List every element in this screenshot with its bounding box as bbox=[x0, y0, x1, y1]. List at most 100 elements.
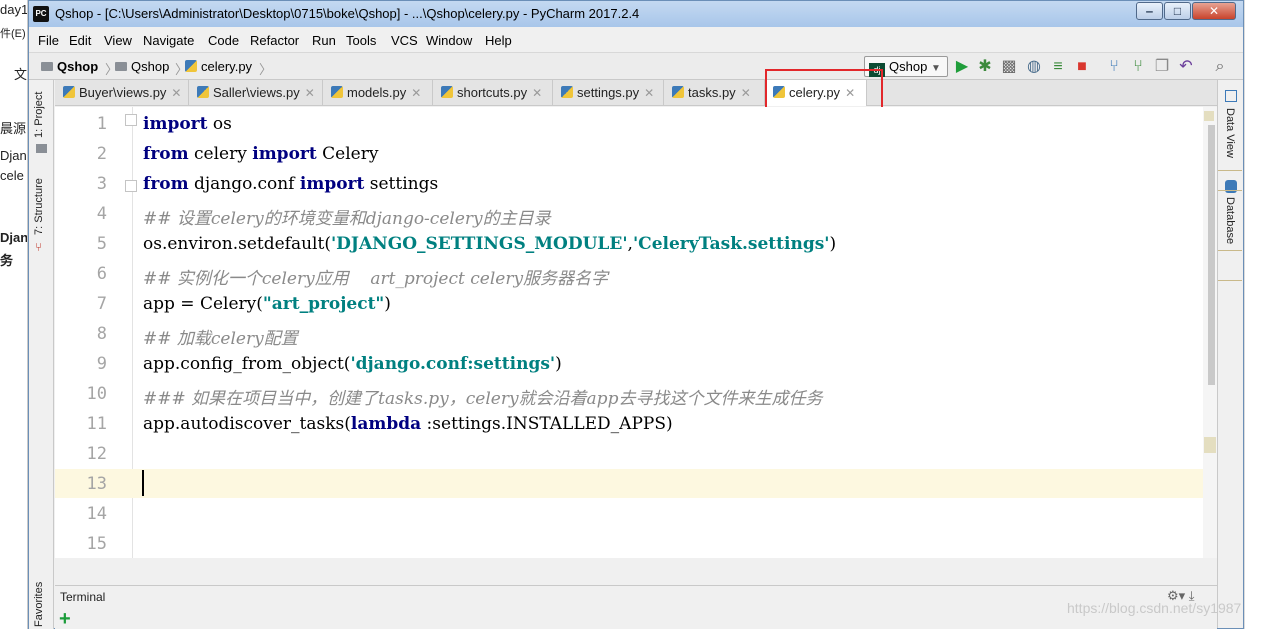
minimize-button[interactable]: ‒ bbox=[1136, 2, 1163, 20]
bg-fragment: 文 bbox=[14, 67, 28, 82]
line-number: 8 bbox=[96, 324, 107, 344]
menu-run[interactable]: Run bbox=[312, 33, 336, 48]
line-number: 12 bbox=[86, 444, 107, 464]
pycharm-window: PC Qshop - [C:\Users\Administrator\Deskt… bbox=[28, 0, 1244, 629]
project-icon bbox=[36, 144, 47, 153]
close-button[interactable]: ✕ bbox=[1192, 2, 1236, 20]
code-token: os bbox=[207, 114, 232, 134]
line-number: 2 bbox=[96, 144, 107, 164]
fold-marker-icon[interactable] bbox=[125, 114, 137, 126]
close-tab-icon[interactable]: ✕ bbox=[305, 86, 315, 100]
breadcrumb-file[interactable]: celery.py bbox=[185, 59, 252, 74]
pycharm-app-icon: PC bbox=[33, 6, 49, 22]
code-token: settings bbox=[364, 174, 439, 194]
warning-marker[interactable] bbox=[1204, 437, 1216, 453]
line-number: 10 bbox=[86, 384, 107, 404]
code-line: app.config_from_object('django.conf:sett… bbox=[143, 354, 562, 374]
debug-icon[interactable]: ✱ bbox=[975, 57, 995, 77]
chevron-down-icon: ▼ bbox=[930, 63, 941, 74]
menu-window[interactable]: Window bbox=[426, 33, 472, 48]
line-number: 11 bbox=[86, 414, 107, 434]
keyword-token: from bbox=[143, 174, 189, 194]
line-number: 13 bbox=[86, 474, 107, 494]
marker-line bbox=[1218, 190, 1242, 191]
tab-saller-views[interactable]: Saller\views.py ✕ bbox=[189, 80, 323, 105]
menu-vcs[interactable]: VCS bbox=[391, 33, 418, 48]
comment-token: ## 设置celery的环境变量和django-celery的主目录 bbox=[143, 209, 551, 229]
concurrency-icon[interactable]: ≡ bbox=[1048, 57, 1068, 77]
left-favorites-strip: Favorites bbox=[29, 582, 54, 629]
code-token: django.conf bbox=[188, 174, 300, 194]
code-line: ## 实例化一个celery应用 art_project celery服务器名字 bbox=[143, 264, 608, 289]
keyword-token: lambda bbox=[350, 414, 422, 434]
code-line: app = Celery("art_project") bbox=[143, 294, 391, 314]
close-tab-icon[interactable]: ✕ bbox=[411, 86, 421, 100]
menu-edit[interactable]: Edit bbox=[69, 33, 91, 48]
code-token: celery bbox=[188, 144, 253, 164]
close-tab-icon[interactable]: ✕ bbox=[532, 86, 542, 100]
project-tool-tab[interactable]: 1: Project bbox=[33, 92, 45, 138]
menu-bar: File Edit View Navigate Code Refactor Ru… bbox=[29, 27, 1243, 53]
vcs-commit-icon[interactable]: ⑂ bbox=[1128, 57, 1148, 77]
menu-help[interactable]: Help bbox=[485, 33, 512, 48]
right-tool-strip: Data View Database bbox=[1217, 80, 1243, 628]
close-tab-icon[interactable]: ✕ bbox=[741, 86, 751, 100]
python-file-icon bbox=[331, 86, 343, 98]
code-token: app = Celery( bbox=[143, 294, 263, 314]
title-bar[interactable]: PC Qshop - [C:\Users\Administrator\Deskt… bbox=[29, 1, 1243, 27]
bg-fragment: Djan bbox=[0, 148, 27, 163]
line-number: 1 bbox=[96, 114, 107, 134]
revert-icon[interactable]: ↶ bbox=[1176, 57, 1196, 77]
coverage-icon[interactable]: ▩ bbox=[999, 57, 1019, 77]
search-icon[interactable]: ⌕ bbox=[1210, 57, 1230, 77]
marker-line bbox=[1218, 250, 1242, 251]
code-token: ) bbox=[384, 294, 391, 314]
tab-buyer-views[interactable]: Buyer\views.py ✕ bbox=[55, 80, 189, 105]
menu-code[interactable]: Code bbox=[208, 33, 239, 48]
text-caret bbox=[142, 470, 144, 496]
tab-shortcuts[interactable]: shortcuts.py ✕ bbox=[433, 80, 553, 105]
structure-tool-tab[interactable]: 7: Structure bbox=[33, 178, 45, 235]
editor-scrollbar[interactable] bbox=[1208, 125, 1215, 385]
new-terminal-icon[interactable]: + bbox=[59, 609, 71, 629]
fold-marker-icon[interactable] bbox=[125, 180, 137, 192]
code-line: from celery import Celery bbox=[143, 144, 378, 164]
background-right-strip bbox=[1244, 0, 1280, 629]
menu-view[interactable]: View bbox=[104, 33, 132, 48]
tab-settings[interactable]: settings.py ✕ bbox=[553, 80, 664, 105]
close-tab-icon[interactable]: ✕ bbox=[171, 86, 181, 100]
bg-fragment: day1 bbox=[0, 2, 28, 17]
line-number: 14 bbox=[86, 504, 107, 524]
favorites-tool-tab[interactable]: Favorites bbox=[33, 582, 45, 627]
line-number: 4 bbox=[96, 204, 107, 224]
maximize-button[interactable]: □ bbox=[1164, 2, 1191, 20]
profile-icon[interactable]: ◍ bbox=[1024, 57, 1044, 77]
breadcrumb-folder[interactable]: Qshop bbox=[115, 59, 169, 74]
code-line: ### 如果在项目当中，创建了tasks.py，celery就会沿着app去寻找… bbox=[143, 384, 822, 409]
menu-navigate[interactable]: Navigate bbox=[143, 33, 194, 48]
data-view-tool-tab[interactable]: Data View bbox=[1224, 108, 1236, 158]
vcs-history-icon[interactable]: ❐ bbox=[1152, 57, 1172, 77]
keyword-token: import bbox=[143, 114, 208, 134]
string-token: 'DJANGO_SETTINGS_MODULE' bbox=[330, 234, 628, 254]
line-number: 6 bbox=[96, 264, 107, 284]
run-icon[interactable]: ▶ bbox=[952, 57, 972, 77]
inspection-status-icon[interactable] bbox=[1204, 111, 1214, 121]
breadcrumb-project[interactable]: Qshop bbox=[41, 59, 98, 74]
keyword-token: import bbox=[252, 144, 317, 164]
menu-refactor[interactable]: Refactor bbox=[250, 33, 299, 48]
tab-models[interactable]: models.py ✕ bbox=[323, 80, 433, 105]
vcs-update-icon[interactable]: ⑂ bbox=[1104, 57, 1124, 77]
tab-tasks[interactable]: tasks.py ✕ bbox=[664, 80, 765, 105]
menu-tools[interactable]: Tools bbox=[346, 33, 376, 48]
close-tab-icon[interactable]: ✕ bbox=[644, 86, 654, 100]
line-number: 5 bbox=[96, 234, 107, 254]
python-file-icon bbox=[441, 86, 453, 98]
bg-fragment: cele bbox=[0, 168, 24, 183]
menu-file[interactable]: File bbox=[38, 33, 59, 48]
stop-icon[interactable]: ■ bbox=[1072, 57, 1092, 77]
string-token: 'CeleryTask.settings' bbox=[632, 234, 830, 254]
database-tool-tab[interactable]: Database bbox=[1224, 197, 1236, 244]
terminal-title[interactable]: Terminal bbox=[60, 590, 105, 604]
folder-icon bbox=[115, 62, 127, 71]
